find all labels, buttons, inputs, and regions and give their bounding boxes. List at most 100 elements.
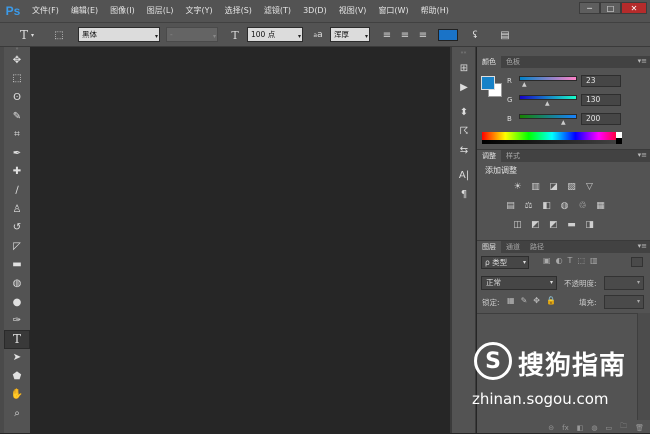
panel-menu-icon[interactable]: ▾≡ bbox=[638, 151, 647, 159]
move-tool-icon[interactable]: ✥ bbox=[4, 51, 30, 70]
adjustment-row3-4-icon[interactable]: ◨ bbox=[583, 220, 596, 230]
shape-tool-icon[interactable]: ⬟ bbox=[4, 367, 30, 386]
adjustment-row2-5-icon[interactable]: ▦ bbox=[594, 201, 607, 211]
panel-menu-icon[interactable]: ▾≡ bbox=[638, 242, 647, 250]
channel-r-thumb[interactable]: ▲ bbox=[522, 81, 527, 88]
clone-stamp-tool-icon[interactable]: ♙ bbox=[4, 200, 30, 219]
lock-pixels-icon[interactable]: ✎ bbox=[521, 296, 528, 305]
brush-tool-icon[interactable]: ∕ bbox=[4, 181, 30, 200]
font-family-select[interactable]: 黑体 ▾ bbox=[78, 27, 160, 42]
channel-b-value[interactable]: 200 bbox=[581, 113, 621, 125]
menu-item-1[interactable]: 编辑(E) bbox=[65, 0, 104, 22]
font-size-select[interactable]: 100 点 ▾ bbox=[247, 27, 303, 42]
type-tool-preset-icon[interactable]: T ▾ bbox=[14, 26, 40, 44]
layers-footer-6-icon[interactable]: 🗑 bbox=[635, 424, 644, 432]
blur-tool-icon[interactable]: ◍ bbox=[4, 274, 30, 293]
adjustment-row1-0-icon[interactable]: ☀ bbox=[511, 182, 524, 192]
character-panel-icon[interactable]: ▤ bbox=[497, 26, 513, 44]
orientation-toggle-icon[interactable]: ⬚ bbox=[52, 26, 66, 44]
blend-mode-select[interactable]: 正常 ▾ bbox=[481, 276, 557, 290]
font-style-select[interactable]: - ▾ bbox=[166, 27, 218, 42]
brush-presets-icon[interactable]: ⇆ bbox=[452, 141, 476, 160]
adjustment-row3-2-icon[interactable]: ◩ bbox=[547, 220, 560, 230]
menu-item-8[interactable]: 视图(V) bbox=[333, 0, 373, 22]
adjustment-row1-4-icon[interactable]: ▽ bbox=[583, 182, 596, 192]
crop-tool-icon[interactable]: ⌗ bbox=[4, 125, 30, 144]
adjustment-row2-1-icon[interactable]: ⚖ bbox=[522, 201, 535, 211]
filter-adjust-icon[interactable]: ◐ bbox=[556, 256, 563, 265]
adjustment-row2-3-icon[interactable]: ◍ bbox=[558, 201, 571, 211]
adjustment-row1-3-icon[interactable]: ▨ bbox=[565, 182, 578, 192]
menu-item-9[interactable]: 窗口(W) bbox=[372, 0, 414, 22]
opacity-input[interactable]: ▾ bbox=[604, 276, 644, 290]
menu-item-0[interactable]: 文件(F) bbox=[26, 0, 65, 22]
menu-item-3[interactable]: 图层(L) bbox=[141, 0, 180, 22]
restore-button[interactable]: □ bbox=[600, 2, 621, 14]
adjustment-row2-2-icon[interactable]: ◧ bbox=[540, 201, 553, 211]
menu-item-6[interactable]: 滤镜(T) bbox=[258, 0, 297, 22]
filter-pixel-icon[interactable]: ▣ bbox=[543, 256, 551, 265]
document-canvas[interactable] bbox=[30, 47, 450, 433]
lock-position-icon[interactable]: ✥ bbox=[533, 296, 540, 305]
fill-input[interactable]: ▾ bbox=[604, 295, 644, 309]
channel-r-slider[interactable] bbox=[519, 76, 577, 81]
layers-footer-3-icon[interactable]: ◍ bbox=[591, 424, 597, 432]
spectrum-black[interactable] bbox=[616, 138, 622, 144]
tab-adjustments[interactable]: 调整 bbox=[477, 150, 501, 162]
filter-smart-icon[interactable]: ▥ bbox=[590, 256, 598, 265]
align-center-icon[interactable]: ≡ bbox=[398, 26, 412, 44]
tab-styles[interactable]: 样式 bbox=[501, 150, 525, 162]
eraser-tool-icon[interactable]: ◸ bbox=[4, 237, 30, 256]
minimize-button[interactable]: ─ bbox=[579, 2, 600, 14]
filter-type-icon[interactable]: T bbox=[568, 256, 573, 265]
history-panel-icon[interactable]: ⊞ bbox=[452, 59, 476, 78]
adjustment-row1-1-icon[interactable]: ▥ bbox=[529, 182, 542, 192]
channel-r-value[interactable]: 23 bbox=[581, 75, 621, 87]
layers-footer-0-icon[interactable]: ⊝ bbox=[548, 424, 554, 432]
pen-tool-icon[interactable]: ✑ bbox=[4, 311, 30, 330]
type-tool-icon[interactable]: T bbox=[4, 329, 30, 349]
actions-panel-icon[interactable]: ▶ bbox=[452, 78, 476, 97]
foreground-color-front[interactable] bbox=[481, 76, 495, 90]
align-right-icon[interactable]: ≡ bbox=[416, 26, 430, 44]
layer-filter-select[interactable]: ρ 类型 ▾ bbox=[481, 256, 529, 269]
zoom-tool-icon[interactable]: ⌕ bbox=[4, 404, 30, 423]
antialias-select[interactable]: 浑厚 ▾ bbox=[330, 27, 370, 42]
marquee-tool-icon[interactable]: ⬚ bbox=[4, 70, 30, 89]
channel-b-thumb[interactable]: ▲ bbox=[561, 119, 566, 126]
hand-tool-icon[interactable]: ✋ bbox=[4, 386, 30, 405]
path-select-tool-icon[interactable]: ➤ bbox=[4, 349, 30, 368]
tab-channels[interactable]: 通道 bbox=[501, 241, 525, 253]
layer-comps-icon[interactable]: ⬍ bbox=[452, 103, 476, 122]
lock-all-icon[interactable]: 🔒 bbox=[546, 296, 556, 305]
adjustment-row3-1-icon[interactable]: ◩ bbox=[529, 220, 542, 230]
adjustment-row3-3-icon[interactable]: ▬ bbox=[565, 220, 578, 230]
layers-footer-2-icon[interactable]: ◧ bbox=[577, 424, 584, 432]
channel-b-slider[interactable] bbox=[519, 114, 577, 119]
character-panel-icon[interactable]: A| bbox=[452, 166, 476, 185]
tab-color[interactable]: 颜色 bbox=[477, 56, 501, 68]
filter-toggle[interactable] bbox=[631, 257, 643, 267]
tab-swatches[interactable]: 色板 bbox=[501, 56, 525, 68]
spot-heal-tool-icon[interactable]: ✚ bbox=[4, 163, 30, 182]
layers-footer-5-icon[interactable]: 🗀 bbox=[620, 422, 627, 433]
menu-item-7[interactable]: 3D(D) bbox=[297, 0, 333, 22]
menu-item-10[interactable]: 帮助(H) bbox=[415, 0, 455, 22]
menu-item-2[interactable]: 图像(I) bbox=[104, 0, 141, 22]
gradient-tool-icon[interactable]: ▬ bbox=[4, 256, 30, 275]
brush-panel-icon[interactable]: ☈ bbox=[452, 122, 476, 141]
quick-select-tool-icon[interactable]: ✎ bbox=[4, 107, 30, 126]
paragraph-panel-icon[interactable]: ¶ bbox=[452, 185, 476, 204]
filter-shape-icon[interactable]: ⬚ bbox=[577, 256, 585, 265]
menu-item-4[interactable]: 文字(Y) bbox=[179, 0, 218, 22]
adjustment-row3-0-icon[interactable]: ◫ bbox=[511, 220, 524, 230]
adjustment-row2-4-icon[interactable]: ♲ bbox=[576, 201, 589, 211]
adjustment-row1-2-icon[interactable]: ◪ bbox=[547, 182, 560, 192]
adjustment-row2-0-icon[interactable]: ▤ bbox=[504, 201, 517, 211]
text-color-swatch[interactable] bbox=[438, 29, 458, 41]
layers-footer-1-icon[interactable]: fx bbox=[562, 424, 569, 432]
channel-g-thumb[interactable]: ▲ bbox=[545, 100, 550, 107]
color-spectrum-bar[interactable] bbox=[482, 132, 622, 140]
close-button[interactable]: ✕ bbox=[621, 2, 647, 14]
tab-paths[interactable]: 路径 bbox=[525, 241, 549, 253]
